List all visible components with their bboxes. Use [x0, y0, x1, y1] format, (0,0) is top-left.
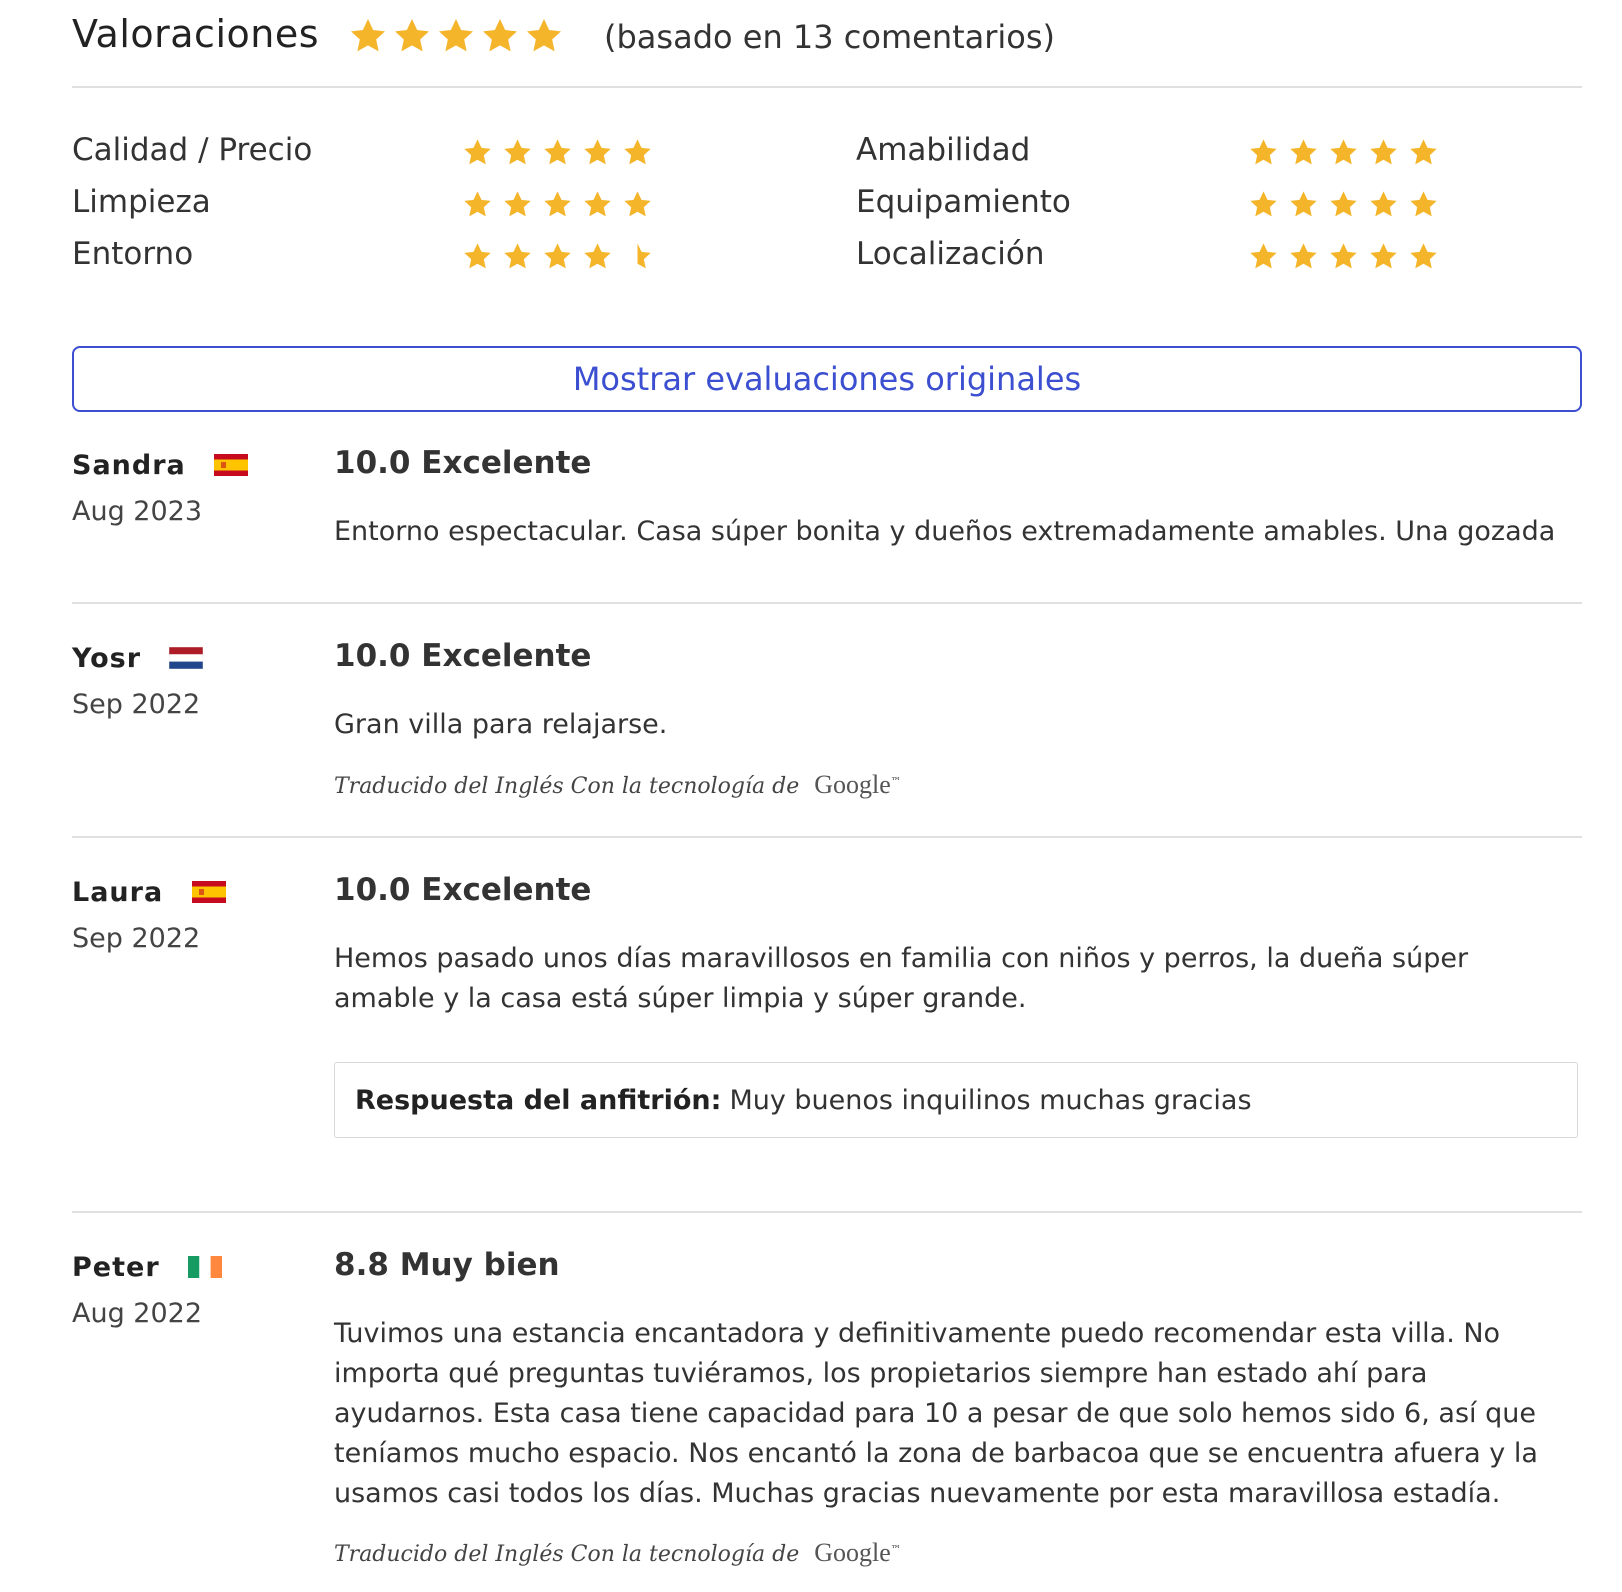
review-text: Gran villa para relajarse.	[334, 709, 668, 740]
star-icon	[1408, 137, 1439, 168]
category-stars-surroundings	[462, 241, 653, 272]
star-icon	[1368, 137, 1399, 168]
overall-stars	[348, 16, 564, 56]
reviewer-header: Peter	[72, 1252, 223, 1283]
translation-note: Traducido del Inglés Con la tecnología d…	[334, 1538, 901, 1568]
star-icon	[582, 241, 613, 272]
host-response: Respuesta del anfitrión: Muy buenos inqu…	[334, 1062, 1578, 1138]
category-stars-value	[462, 137, 653, 168]
star-icon	[1288, 241, 1319, 272]
star-icon	[462, 137, 493, 168]
ireland-flag-icon	[188, 1255, 223, 1278]
review-date: Sep 2022	[72, 689, 201, 720]
host-response-text: Muy buenos inquilinos muchas gracias	[729, 1084, 1252, 1116]
star-icon	[622, 137, 653, 168]
star-icon	[622, 189, 653, 220]
reviewer-name: Peter	[72, 1252, 160, 1283]
star-icon	[462, 241, 493, 272]
category-label-cleanliness: Limpieza	[72, 184, 211, 220]
star-icon	[1328, 137, 1359, 168]
star-icon	[1288, 189, 1319, 220]
review-count: (basado en 13 comentarios)	[604, 18, 1056, 56]
star-icon	[436, 16, 476, 56]
review-score: 10.0 Excelente	[334, 638, 592, 674]
star-icon	[524, 16, 564, 56]
star-icon	[1368, 189, 1399, 220]
category-label-value: Calidad / Precio	[72, 132, 313, 168]
star-icon	[1328, 241, 1359, 272]
translation-text: Traducido del Inglés Con la tecnología d…	[334, 774, 800, 799]
reviewer-header: Yosr	[72, 643, 204, 674]
review-date: Aug 2023	[72, 496, 203, 527]
trademark-icon: ™	[890, 1544, 901, 1556]
reviewer-name: Laura	[72, 877, 164, 908]
review-score: 10.0 Excelente	[334, 445, 592, 481]
star-icon	[1288, 137, 1319, 168]
star-icon	[1248, 241, 1279, 272]
divider	[72, 602, 1582, 604]
divider	[72, 836, 1582, 838]
star-icon	[392, 16, 432, 56]
star-icon	[542, 137, 573, 168]
star-icon	[1408, 189, 1439, 220]
review-score: 8.8 Muy bien	[334, 1247, 560, 1283]
review-score: 10.0 Excelente	[334, 872, 592, 908]
review-date: Sep 2022	[72, 923, 201, 954]
star-icon	[1248, 137, 1279, 168]
show-original-reviews-button[interactable]: Mostrar evaluaciones originales	[72, 346, 1582, 412]
star-icon	[480, 16, 520, 56]
translation-text: Traducido del Inglés Con la tecnología d…	[334, 1542, 800, 1567]
category-stars-friendliness	[1248, 137, 1439, 168]
star-half-icon	[622, 241, 653, 272]
star-icon	[1328, 189, 1359, 220]
star-icon	[348, 16, 388, 56]
spain-flag-icon	[214, 453, 249, 476]
category-stars-cleanliness	[462, 189, 653, 220]
review-date: Aug 2022	[72, 1298, 203, 1329]
star-icon	[1408, 241, 1439, 272]
reviewer-header: Sandra	[72, 450, 249, 481]
review-text: Tuvimos una estancia encantadora y defin…	[334, 1318, 1538, 1509]
category-label-equipment: Equipamiento	[856, 184, 1071, 220]
section-title: Valoraciones	[72, 12, 320, 56]
google-logo: Google	[814, 1538, 891, 1567]
reviewer-name: Yosr	[72, 643, 142, 674]
review-text: Hemos pasado unos días maravillosos en f…	[334, 943, 1469, 1014]
star-icon	[502, 189, 533, 220]
spain-flag-icon	[191, 880, 226, 903]
star-icon	[1248, 189, 1279, 220]
star-icon	[542, 241, 573, 272]
category-label-location: Localización	[856, 236, 1045, 272]
star-icon	[462, 189, 493, 220]
star-icon	[502, 241, 533, 272]
star-icon	[582, 137, 613, 168]
category-stars-equipment	[1248, 189, 1439, 220]
star-icon	[542, 189, 573, 220]
reviewer-name: Sandra	[72, 450, 186, 481]
trademark-icon: ™	[890, 776, 901, 788]
star-icon	[582, 189, 613, 220]
netherlands-flag-icon	[169, 646, 204, 669]
host-response-label: Respuesta del anfitrión:	[355, 1084, 722, 1116]
divider	[72, 1211, 1582, 1213]
translation-note: Traducido del Inglés Con la tecnología d…	[334, 770, 901, 800]
category-stars-location	[1248, 241, 1439, 272]
star-icon	[1368, 241, 1399, 272]
review-text: Entorno espectacular. Casa súper bonita …	[334, 516, 1556, 547]
google-logo: Google	[814, 770, 891, 799]
divider	[72, 86, 1582, 88]
star-icon	[502, 137, 533, 168]
reviewer-header: Laura	[72, 877, 226, 908]
ratings-header: Valoraciones (basado en 13 comentarios)	[72, 12, 1582, 72]
category-label-surroundings: Entorno	[72, 236, 194, 272]
category-label-friendliness: Amabilidad	[856, 132, 1031, 168]
